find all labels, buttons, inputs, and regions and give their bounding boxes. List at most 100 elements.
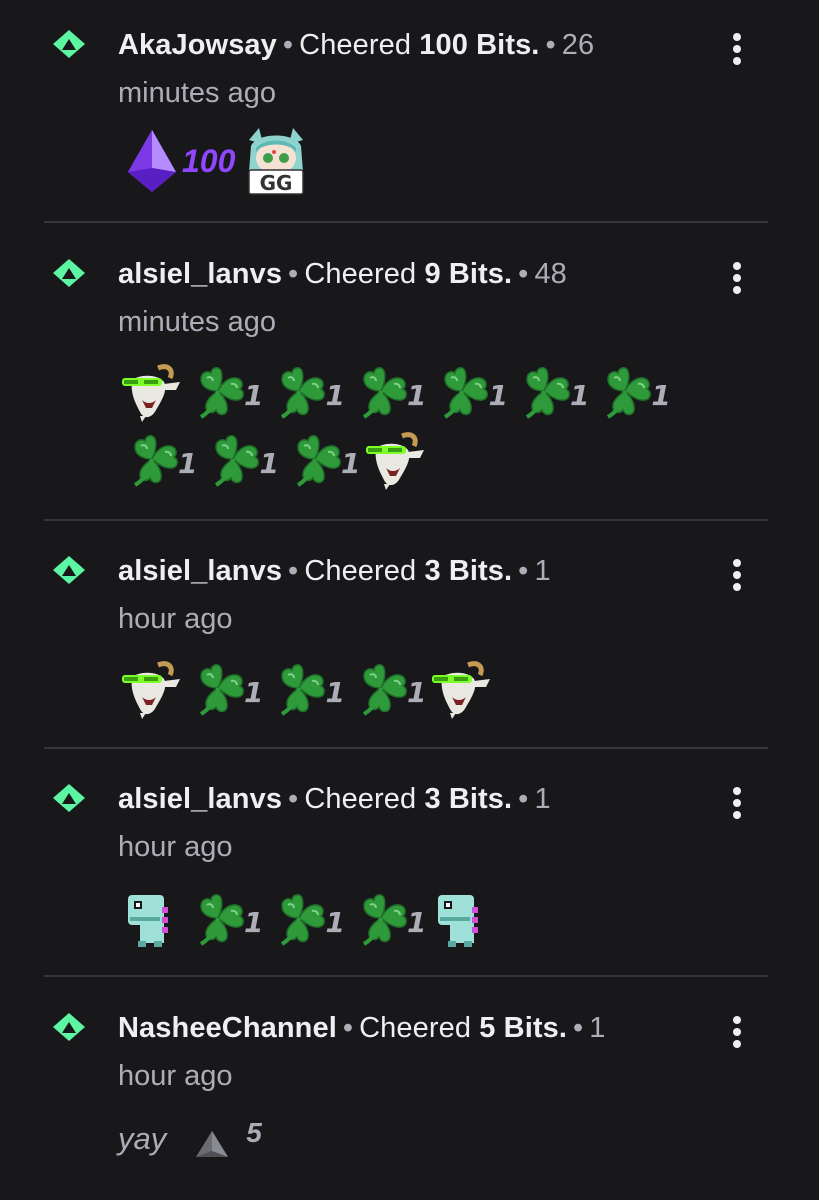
separator-dot: • xyxy=(518,783,529,815)
clover-icon xyxy=(591,359,659,423)
gg-anime-emote: GG xyxy=(248,128,305,195)
cheer-count: 1 xyxy=(651,378,671,412)
cheer-feed: AkaJowsay • Cheered 100 Bits. • 26 minutes a… xyxy=(0,0,819,1200)
cheer-message: 1 1 1 xyxy=(118,885,494,951)
cheer-message: 100 GG xyxy=(124,128,311,195)
username[interactable]: AkaJowsay xyxy=(118,29,277,61)
cheer-message: 1 1 1 1 1 1 xyxy=(118,358,673,424)
time-unit: hour ago xyxy=(118,603,233,635)
message-text: yay xyxy=(118,1121,167,1156)
cheer-count: 5 xyxy=(246,1117,262,1148)
clover-icon xyxy=(265,886,333,950)
bits-amount: 3 Bits. xyxy=(424,555,513,587)
clover-icon xyxy=(347,359,415,423)
cheer-count: 1 xyxy=(488,378,508,412)
separator-dot: • xyxy=(573,1012,584,1044)
separator-dot: • xyxy=(288,783,299,815)
action-text: Cheered xyxy=(359,1012,472,1044)
clover-icon xyxy=(184,359,252,423)
clover-icon xyxy=(510,359,578,423)
dino-emote xyxy=(428,887,494,949)
goat-emote xyxy=(362,428,428,490)
action-text: Cheered xyxy=(304,783,417,815)
clover-icon xyxy=(184,656,252,720)
cheer-count: 1 xyxy=(325,905,345,939)
divider xyxy=(44,747,768,749)
bits-amount: 9 Bits. xyxy=(424,258,513,290)
username[interactable]: alsiel_lanvs xyxy=(118,783,282,815)
clover-icon xyxy=(265,359,333,423)
bits-amount: 3 Bits. xyxy=(424,783,513,815)
event-header: NasheeChannel • Cheered 5 Bits. • 1 xyxy=(118,1011,606,1045)
time-unit: minutes ago xyxy=(118,77,276,109)
cheer-count: 1 xyxy=(244,905,264,939)
more-vertical-icon[interactable] xyxy=(727,556,747,594)
cheer-count: 1 xyxy=(340,446,361,480)
cheer-count: 1 xyxy=(569,378,590,412)
event-header: alsiel_lanvs • Cheered 3 Bits. • 1 xyxy=(118,782,551,816)
cheer-diamond-icon xyxy=(51,257,87,289)
clover-icon xyxy=(118,427,186,491)
cheer-count: 1 xyxy=(406,905,427,939)
username[interactable]: NasheeChannel xyxy=(118,1012,337,1044)
more-vertical-icon[interactable] xyxy=(727,784,747,822)
cheer-count: 1 xyxy=(325,378,345,412)
separator-dot: • xyxy=(342,1012,354,1044)
clover-icon xyxy=(199,427,267,491)
more-vertical-icon[interactable] xyxy=(727,259,747,297)
separator-dot: • xyxy=(288,258,299,290)
clover-icon xyxy=(347,886,415,950)
time-value: 1 xyxy=(589,1012,606,1044)
username[interactable]: alsiel_lanvs xyxy=(118,258,282,290)
cheer-count: 1 xyxy=(259,446,279,480)
divider xyxy=(44,519,768,521)
time-value: 26 xyxy=(561,29,595,61)
bits-amount: 5 Bits. xyxy=(479,1012,567,1044)
time-unit: hour ago xyxy=(118,831,233,863)
cheer-message: yay 5 xyxy=(118,1106,262,1172)
username[interactable]: alsiel_lanvs xyxy=(118,555,282,587)
cheer-diamond-icon xyxy=(51,28,87,60)
cheer-diamond-icon xyxy=(51,554,87,586)
svg-text:GG: GG xyxy=(260,171,293,195)
event-header: alsiel_lanvs • Cheered 3 Bits. • 1 xyxy=(118,554,551,588)
divider xyxy=(44,975,768,977)
cheer-message: 1 1 1 xyxy=(118,655,494,721)
action-text: Cheered xyxy=(304,555,417,587)
dino-emote xyxy=(118,887,184,949)
clover-icon xyxy=(347,656,415,720)
time-unit: hour ago xyxy=(118,1060,233,1092)
separator-dot: • xyxy=(282,29,294,61)
cheer-count: 1 xyxy=(244,675,264,709)
cheer-diamond-icon xyxy=(51,782,87,814)
cheer-count: 1 xyxy=(244,378,264,412)
time-value: 1 xyxy=(534,555,551,587)
divider xyxy=(44,221,768,223)
separator-dot: • xyxy=(288,555,299,587)
goat-emote xyxy=(118,657,184,719)
bits-amount: 100 Bits. xyxy=(419,29,540,61)
clover-icon xyxy=(281,427,349,491)
clover-icon xyxy=(265,656,333,720)
event-header: alsiel_lanvs • Cheered 9 Bits. • 48 xyxy=(118,257,567,291)
purple-gem-icon xyxy=(128,130,176,192)
time-value: 1 xyxy=(534,783,551,815)
time-unit: minutes ago xyxy=(118,306,276,338)
more-vertical-icon[interactable] xyxy=(727,1013,747,1051)
cheer-count: 1 xyxy=(406,675,427,709)
cheer-message: 1 1 1 xyxy=(118,426,428,492)
action-text: Cheered xyxy=(304,258,417,290)
separator-dot: • xyxy=(545,29,556,61)
grey-bits-icon xyxy=(196,1131,229,1157)
event-header: AkaJowsay • Cheered 100 Bits. • 26 xyxy=(118,28,594,62)
cheer-count: 1 xyxy=(406,378,427,412)
separator-dot: • xyxy=(518,258,529,290)
more-vertical-icon[interactable] xyxy=(727,30,747,68)
cheer-count: 1 xyxy=(325,675,345,709)
cheer-count: 1 xyxy=(178,446,198,480)
clover-icon xyxy=(428,359,496,423)
goat-emote xyxy=(118,360,184,422)
cheer-count: 100 xyxy=(182,142,236,179)
separator-dot: • xyxy=(518,555,529,587)
clover-icon xyxy=(184,886,252,950)
